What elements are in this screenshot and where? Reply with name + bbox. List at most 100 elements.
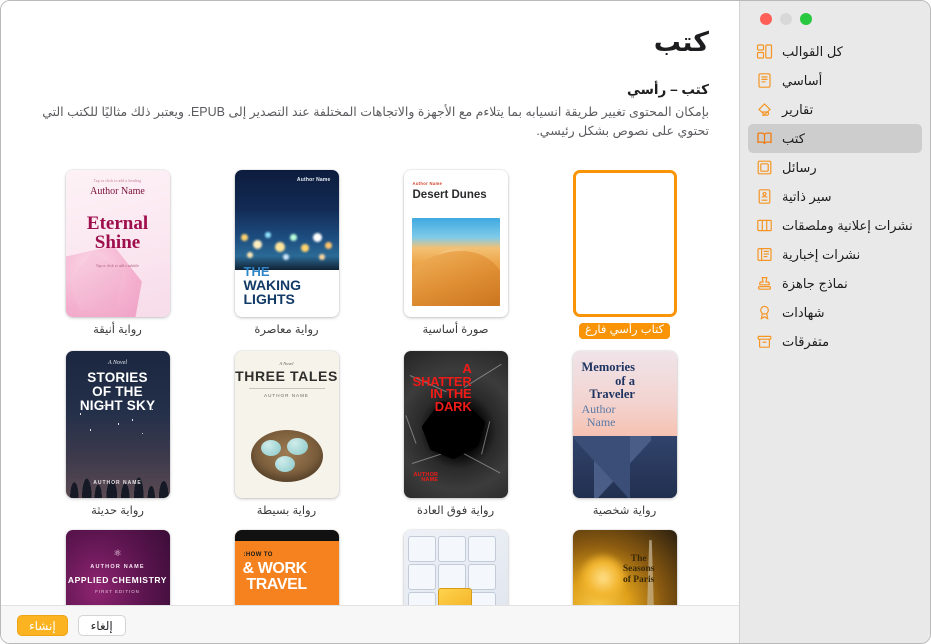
cover-kicker: A Novel bbox=[279, 361, 294, 367]
template-tile[interactable]: HOW TO: WORK & TRAVEL bbox=[202, 518, 371, 605]
template-tile[interactable]: Memories of a Traveler Author Name رواية… bbox=[540, 339, 709, 518]
sidebar-item-label: شهادات bbox=[782, 305, 825, 320]
sidebar-item-reports[interactable]: تقارير bbox=[748, 95, 922, 124]
template-tile[interactable]: A Novel THREE TALES AUTHOR NAME رواية بس… bbox=[202, 339, 371, 518]
cover-kicker: A Novel bbox=[107, 360, 128, 367]
cover-divider bbox=[248, 388, 325, 390]
template-tile[interactable]: ⚛ AUTHOR NAME APPLIED CHEMISTRY FIRST ED… bbox=[33, 518, 202, 605]
cover-the-seasons-of-paris[interactable]: The Seasons of Paris bbox=[572, 529, 677, 605]
sidebar-item-basic[interactable]: أساسي bbox=[748, 66, 922, 95]
cover-hint-bottom: Tap or click to add a subtitle bbox=[95, 263, 140, 268]
cancel-button[interactable]: إلغاء bbox=[77, 615, 126, 636]
sidebar-item-label: نشرات إعلانية وملصقات bbox=[782, 218, 913, 233]
template-tile[interactable]: Author Name THE WAKING LIGHTS رواية معاص… bbox=[202, 158, 371, 340]
sidebar-item-newsletters[interactable]: نشرات إخبارية bbox=[748, 240, 922, 269]
section-description: بإمكان المحتوى تغيير طريقة انسيابه بما ي… bbox=[42, 105, 709, 139]
sidebar-item-books[interactable]: كتب bbox=[748, 124, 922, 153]
sidebar-item-label: تقارير bbox=[782, 102, 814, 117]
thumbnail[interactable]: Memories of a Traveler Author Name bbox=[569, 343, 681, 499]
template-chooser-window: كتب كتب – رأسي بإمكان المحتوى تغيير طريق… bbox=[0, 0, 931, 644]
thumbnail[interactable]: Tap or click to add a heading Author Nam… bbox=[62, 162, 174, 317]
cover-author: AUTHOR NAME bbox=[90, 563, 145, 570]
cover-three-tales[interactable]: A Novel THREE TALES AUTHOR NAME bbox=[234, 351, 339, 499]
cover-author: AUTHOR NAME bbox=[93, 480, 142, 487]
thumbnail[interactable] bbox=[569, 162, 681, 317]
reports-icon bbox=[756, 101, 773, 118]
sidebar-list: كل القوالب أساسي تقارير كتب رسائل سير ذا… bbox=[740, 37, 930, 356]
sidebar-item-letters[interactable]: رسائل bbox=[748, 153, 922, 182]
template-caption: رواية بسيطة bbox=[256, 505, 317, 518]
template-caption: رواية أنيقة bbox=[93, 323, 142, 336]
molecule-icon: ⚛ bbox=[113, 547, 122, 558]
template-tile[interactable] bbox=[371, 518, 540, 605]
template-tile[interactable]: Author Name Desert Dunes صورة أساسية bbox=[371, 158, 540, 340]
sidebar-item-label: كل القوالب bbox=[782, 44, 843, 59]
sidebar-item-flyers-posters[interactable]: نشرات إعلانية وملصقات bbox=[748, 211, 922, 240]
cover-kicker: HOW TO: bbox=[243, 551, 273, 558]
template-caption: رواية حديثة bbox=[91, 505, 144, 518]
thumbnail[interactable]: A Novel STORIES OF THE NIGHT SKY AUTHOR … bbox=[62, 343, 174, 499]
sidebar-item-resume[interactable]: سير ذاتية bbox=[748, 182, 922, 211]
puzzle-piece-highlight bbox=[437, 587, 472, 605]
thumbnail[interactable]: The Seasons of Paris bbox=[569, 522, 681, 605]
create-button[interactable]: إنشاء bbox=[17, 615, 68, 636]
thumbnail[interactable]: HOW TO: WORK & TRAVEL bbox=[231, 522, 343, 605]
cover-desert-dunes[interactable]: Author Name Desert Dunes bbox=[403, 169, 508, 317]
template-scroll-area[interactable]: كتب كتب – رأسي بإمكان المحتوى تغيير طريق… bbox=[1, 1, 741, 605]
template-tile[interactable]: The Seasons of Paris bbox=[540, 518, 709, 605]
template-caption: رواية معاصرة bbox=[254, 323, 319, 336]
bottom-toolbar: إنشاء إلغاء bbox=[1, 605, 741, 643]
thumbnail[interactable] bbox=[400, 522, 512, 605]
template-tile[interactable]: A Novel STORIES OF THE NIGHT SKY AUTHOR … bbox=[33, 339, 202, 518]
template-grid: كتاب رأسي فارغ Author Name Desert Dunes … bbox=[33, 158, 709, 605]
sidebar-item-label: سير ذاتية bbox=[782, 189, 832, 204]
newsletters-icon bbox=[756, 246, 773, 263]
cover-hint-top: Tap or click to add a heading bbox=[93, 178, 142, 183]
miscellaneous-icon bbox=[756, 333, 773, 350]
cover-photo-nest bbox=[250, 430, 323, 483]
cover-eternal-shine[interactable]: Tap or click to add a heading Author Nam… bbox=[65, 169, 170, 317]
books-icon bbox=[756, 130, 773, 147]
template-caption: كتاب رأسي فارغ bbox=[578, 322, 671, 340]
template-tile[interactable]: كتاب رأسي فارغ bbox=[540, 158, 709, 340]
sidebar-item-label: نماذج جاهزة bbox=[782, 276, 848, 291]
template-tile[interactable]: Tap or click to add a heading Author Nam… bbox=[33, 158, 202, 340]
cover-title: Memories of a Traveler bbox=[581, 360, 635, 401]
cover-how-to-work-and-travel[interactable]: HOW TO: WORK & TRAVEL bbox=[234, 529, 339, 605]
traffic-lights bbox=[740, 1, 930, 25]
template-caption: رواية فوق العادة bbox=[416, 505, 495, 518]
thumbnail[interactable]: A SHATTER IN THE DARK AUTHOR NAME bbox=[400, 343, 512, 499]
thumbnail[interactable]: A Novel THREE TALES AUTHOR NAME bbox=[231, 343, 343, 499]
cover-title: Desert Dunes bbox=[412, 188, 487, 201]
basic-document-icon bbox=[756, 72, 773, 89]
sidebar-item-all-templates[interactable]: كل القوالب bbox=[748, 37, 922, 66]
cover-puzzle[interactable] bbox=[403, 529, 508, 605]
sidebar-item-stationery[interactable]: نماذج جاهزة bbox=[748, 269, 922, 298]
cover-title: THE WAKING LIGHTS bbox=[243, 263, 302, 308]
flyers-posters-icon bbox=[756, 217, 773, 234]
cover-waking-lights[interactable]: Author Name THE WAKING LIGHTS bbox=[234, 169, 339, 317]
cover-applied-chemistry[interactable]: ⚛ AUTHOR NAME APPLIED CHEMISTRY FIRST ED… bbox=[65, 529, 170, 605]
thumbnail[interactable]: Author Name THE WAKING LIGHTS bbox=[231, 162, 343, 317]
minimize-button[interactable] bbox=[780, 13, 792, 25]
close-button[interactable] bbox=[800, 13, 812, 25]
template-caption: رواية شخصية bbox=[592, 505, 657, 518]
cover-photo-cityscape bbox=[234, 169, 339, 270]
cover-memories-of-a-traveler[interactable]: Memories of a Traveler Author Name bbox=[572, 351, 677, 499]
template-caption: صورة أساسية bbox=[422, 323, 489, 336]
thumbnail[interactable]: ⚛ AUTHOR NAME APPLIED CHEMISTRY FIRST ED… bbox=[62, 522, 174, 605]
cover-author: Author Name bbox=[412, 180, 443, 186]
zoom-button[interactable] bbox=[760, 13, 772, 25]
cover-author: Author Name bbox=[90, 185, 145, 197]
sidebar-item-certificates[interactable]: شهادات bbox=[748, 298, 922, 327]
sidebar-item-label: رسائل bbox=[782, 160, 817, 175]
cover-blank-vertical-book[interactable] bbox=[572, 169, 677, 317]
sidebar-item-label: نشرات إخبارية bbox=[782, 247, 861, 262]
sidebar: كل القوالب أساسي تقارير كتب رسائل سير ذا… bbox=[739, 1, 930, 643]
cover-stories-of-the-night-sky[interactable]: A Novel STORIES OF THE NIGHT SKY AUTHOR … bbox=[65, 351, 170, 499]
thumbnail[interactable]: Author Name Desert Dunes bbox=[400, 162, 512, 317]
cover-a-shatter-in-the-dark[interactable]: A SHATTER IN THE DARK AUTHOR NAME bbox=[403, 351, 508, 499]
template-tile[interactable]: A SHATTER IN THE DARK AUTHOR NAME رواية … bbox=[371, 339, 540, 518]
stationery-icon bbox=[756, 275, 773, 292]
sidebar-item-miscellaneous[interactable]: متفرقات bbox=[748, 327, 922, 356]
